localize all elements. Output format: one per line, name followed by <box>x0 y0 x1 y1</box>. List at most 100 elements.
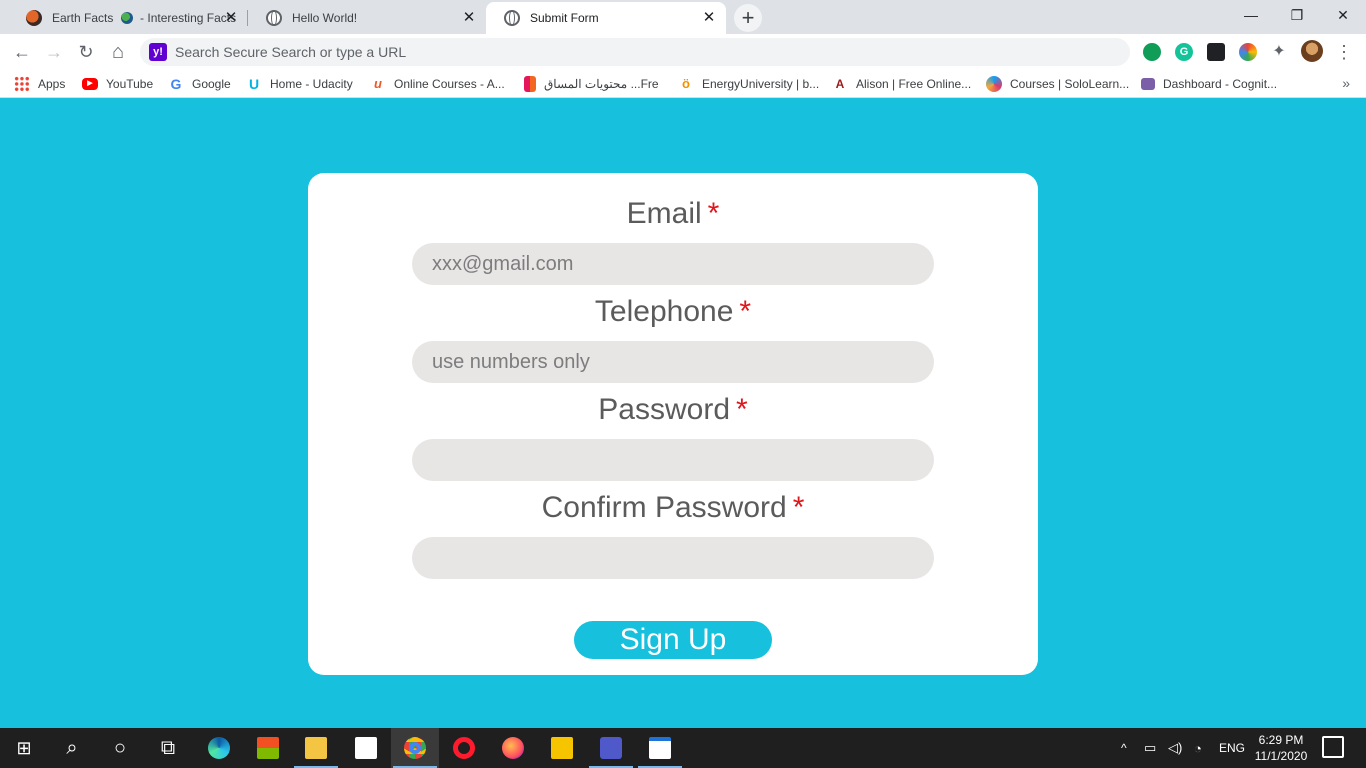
file-explorer-taskbar-button[interactable] <box>292 728 340 768</box>
reload-icon[interactable]: ↻ <box>72 38 100 66</box>
tab-title: Submit Form <box>530 11 599 25</box>
language-indicator[interactable]: ENG <box>1219 728 1245 768</box>
tab-earth-facts[interactable]: Earth Facts - Interesting Facts ✕ <box>8 2 248 34</box>
bookmark-label: YouTube <box>106 77 154 91</box>
mail-taskbar-button[interactable] <box>342 728 390 768</box>
yahoo-search-icon: y! <box>149 43 167 61</box>
back-arrow-icon[interactable]: ← <box>8 38 36 66</box>
earth-facts-favicon-icon <box>26 10 42 26</box>
address-input[interactable] <box>175 44 1075 60</box>
extensions-puzzle-icon[interactable]: ✦ <box>1270 43 1288 61</box>
search-button[interactable]: ⌕ <box>48 728 96 768</box>
energy-icon: ö <box>682 76 690 91</box>
new-tab-button[interactable]: + <box>734 4 762 32</box>
folder-icon <box>305 737 327 759</box>
bookmark-label: Courses | SoloLearn... <box>1010 77 1130 91</box>
bookmark-online-courses[interactable]: u Online Courses - A... <box>370 75 505 93</box>
search-icon: ⌕ <box>66 736 78 759</box>
home-icon[interactable]: ⌂ <box>104 38 132 66</box>
profile-avatar[interactable] <box>1301 40 1323 62</box>
tab-title-main: Earth Facts <box>52 11 114 25</box>
sign-up-button[interactable]: Sign Up <box>574 621 772 659</box>
tab-close-button[interactable]: ✕ <box>700 9 718 27</box>
dark-extension-icon[interactable] <box>1207 43 1225 61</box>
teams-taskbar-button[interactable] <box>587 728 635 768</box>
address-bar[interactable]: y! <box>140 38 1130 66</box>
opera-taskbar-button[interactable] <box>440 728 488 768</box>
cognitive-icon <box>1141 78 1155 90</box>
globe-emoji-icon <box>120 12 133 24</box>
edge-taskbar-button[interactable] <box>195 728 243 768</box>
flower-extension-icon[interactable] <box>1239 43 1257 61</box>
bookmark-label: Dashboard - Cognit... <box>1163 77 1278 91</box>
email-field[interactable] <box>412 243 934 285</box>
window-close-button[interactable]: ✕ <box>1320 0 1366 32</box>
tray-overflow-chevron-icon[interactable]: ^ <box>1121 728 1127 768</box>
start-button[interactable]: ⊞ <box>0 728 48 768</box>
grammarly-icon[interactable]: G <box>1175 43 1193 61</box>
telephone-label: Telephone * <box>308 295 1038 329</box>
tab-title: Earth Facts - Interesting Facts <box>52 11 248 25</box>
youtube-icon: ▶ <box>82 78 98 90</box>
required-asterisk: * <box>707 197 720 230</box>
browser-toolbar: ← → ↻ ⌂ y! G ✦ ⋮ <box>0 34 1366 70</box>
tab-close-button[interactable]: ✕ <box>222 9 240 27</box>
password-field[interactable] <box>412 439 934 481</box>
bookmark-alison[interactable]: A Alison | Free Online... <box>832 75 972 93</box>
bookmark-label: محتويات المساق ...Fre <box>544 77 659 91</box>
chrome-taskbar-button[interactable] <box>391 728 439 768</box>
store-taskbar-button[interactable] <box>244 728 292 768</box>
udacity-icon: U <box>248 76 260 92</box>
cortana-circle-icon: ○ <box>113 736 127 759</box>
bookmark-label: Home - Udacity <box>270 77 353 91</box>
forward-icon <box>524 76 536 92</box>
maximize-button[interactable]: ❐ <box>1274 0 1320 32</box>
bookmark-label: Apps <box>38 77 66 91</box>
teams-icon <box>600 737 622 759</box>
app-taskbar-button[interactable] <box>538 728 586 768</box>
forward-arrow-icon[interactable]: → <box>40 38 68 66</box>
clock-date: 11/1/2020 <box>1254 749 1308 763</box>
tab-strip: Earth Facts - Interesting Facts ✕ Hello … <box>0 0 1366 34</box>
firefox-taskbar-button[interactable] <box>489 728 537 768</box>
bookmarks-overflow-chevron-icon[interactable]: » <box>1342 75 1350 91</box>
bookmark-apps[interactable]: Apps <box>14 75 65 93</box>
password-label: Password * <box>308 393 1038 427</box>
chat-extension-icon[interactable] <box>1143 43 1161 61</box>
tab-submit-form[interactable]: Submit Form ✕ <box>486 2 726 34</box>
bookmark-arabic-course[interactable]: محتويات المساق ...Fre <box>524 75 659 93</box>
mail-icon <box>355 737 377 759</box>
network-icon[interactable]: ◔ <box>1194 728 1202 768</box>
minimize-button[interactable]: — <box>1228 0 1274 32</box>
required-asterisk: * <box>736 393 748 426</box>
bookmark-dashboard[interactable]: Dashboard - Cognit... <box>1141 75 1277 93</box>
confirm-password-field[interactable] <box>412 537 934 579</box>
notepad-icon <box>649 737 671 759</box>
battery-icon[interactable]: ▭ <box>1144 728 1156 768</box>
task-view-button[interactable]: ⧉ <box>144 728 192 768</box>
bookmark-label: Google <box>192 77 231 91</box>
bookmark-udacity[interactable]: U Home - Udacity <box>246 75 353 93</box>
bookmark-google[interactable]: G Google <box>168 75 231 93</box>
cortana-button[interactable]: ○ <box>96 728 144 768</box>
windows-logo-icon: ⊞ <box>16 737 32 758</box>
tab-hello-world[interactable]: Hello World! ✕ <box>248 2 486 34</box>
bookmark-label: Alison | Free Online... <box>856 77 972 91</box>
coursera-icon: u <box>374 76 382 91</box>
bookmark-label: EnergyUniversity | b... <box>702 77 820 91</box>
required-asterisk: * <box>739 295 752 328</box>
chrome-menu-icon[interactable]: ⋮ <box>1334 38 1354 66</box>
bookmark-youtube[interactable]: ▶ YouTube <box>82 75 153 93</box>
chrome-icon <box>404 737 426 759</box>
bookmark-label: Online Courses - A... <box>394 77 505 91</box>
telephone-field[interactable] <box>412 341 934 383</box>
volume-icon[interactable]: ◁) <box>1168 728 1182 768</box>
tab-close-button[interactable]: ✕ <box>460 9 478 27</box>
windows-taskbar: ⊞ ⌕ ○ ⧉ ^ ▭ ◁) ◔ ENG 6:29 PM 11/1/2020 <box>0 728 1366 768</box>
notepad-taskbar-button[interactable] <box>636 728 684 768</box>
bookmark-energy-university[interactable]: ö EnergyUniversity | b... <box>678 75 819 93</box>
notification-center-icon[interactable] <box>1322 736 1344 758</box>
system-clock[interactable]: 6:29 PM 11/1/2020 <box>1250 732 1312 764</box>
bookmark-sololearn[interactable]: Courses | SoloLearn... <box>986 75 1129 93</box>
store-icon <box>257 737 279 759</box>
